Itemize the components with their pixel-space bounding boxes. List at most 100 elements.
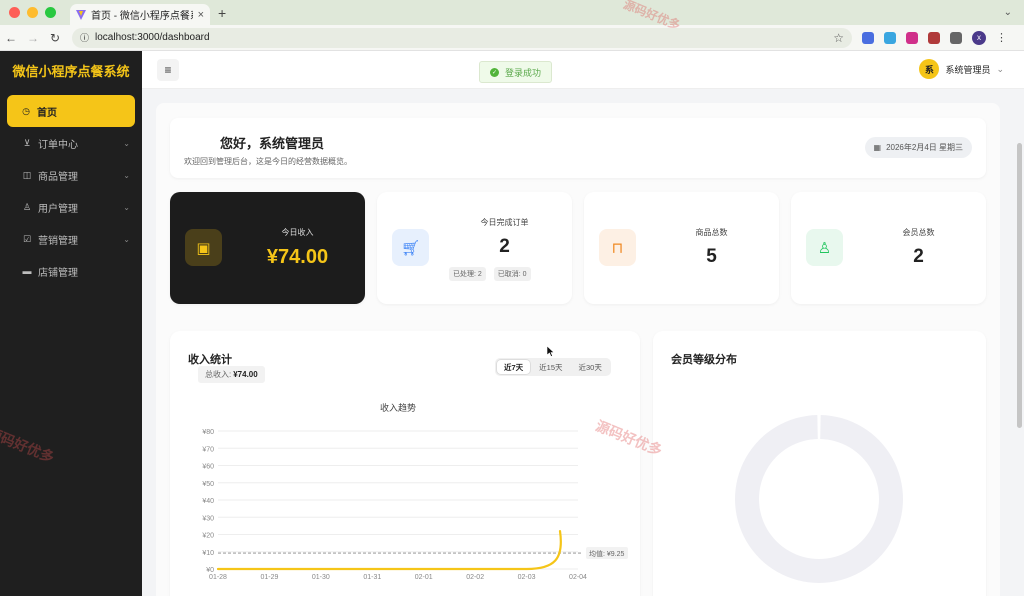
user-menu[interactable]: 系 系统管理员 ⌄ bbox=[919, 59, 1004, 79]
x-tick-label: 01-29 bbox=[260, 574, 278, 581]
window-controls bbox=[9, 7, 56, 18]
chart-title: 收入趋势 bbox=[380, 402, 416, 413]
site-info-icon[interactable]: ⓘ bbox=[80, 31, 89, 44]
y-tick-label: ¥60 bbox=[202, 464, 214, 471]
x-tick-label: 02-03 bbox=[518, 574, 536, 581]
order-sub-stats: 已处理: 2 已取消: 0 bbox=[449, 267, 531, 281]
sidebar-item-products[interactable]: ◫ 商品管理 ⌄ bbox=[0, 159, 142, 191]
topbar: ≡ ✓ 登录成功 系 系统管理员 ⌄ bbox=[142, 51, 1024, 89]
chevron-down-icon: ⌄ bbox=[996, 63, 1004, 74]
stat-card-income: ▣ 今日收入 ¥74.00 bbox=[170, 192, 365, 304]
sidebar-menu: ◷ 首页 ⊻ 订单中心 ⌄ ◫ 商品管理 ⌄ ♙ 用户管理 ⌄ ☑ 营销管理 ⌄… bbox=[0, 95, 142, 287]
total-income-badge: 总收入: ¥74.00 bbox=[198, 366, 265, 383]
brand-title: 微信小程序点餐系统 bbox=[12, 63, 130, 79]
processed-badge: 已处理: 2 bbox=[449, 267, 486, 281]
stat-card-orders: 🛒︎ 今日完成订单 2 已处理: 2 已取消: 0 bbox=[377, 192, 572, 304]
member-level-donut-chart bbox=[735, 415, 903, 583]
stat-value: 2 bbox=[913, 246, 924, 267]
maximize-window-button[interactable] bbox=[45, 7, 56, 18]
y-tick-label: ¥70 bbox=[202, 446, 214, 453]
welcome-title: 您好，系统管理员 bbox=[220, 136, 325, 151]
x-tick-label: 01-31 bbox=[363, 574, 381, 581]
x-tick-label: 01-30 bbox=[312, 574, 330, 581]
range-7-days-button[interactable]: 近7天 bbox=[497, 360, 531, 374]
menu-toggle-button[interactable]: ≡ bbox=[157, 58, 179, 81]
range-30-days-button[interactable]: 近30天 bbox=[572, 360, 609, 374]
range-selector: 近7天 近15天 近30天 bbox=[495, 358, 611, 376]
range-15-days-button[interactable]: 近15天 bbox=[532, 360, 569, 374]
stat-value: ¥74.00 bbox=[266, 246, 329, 268]
stat-value: 5 bbox=[706, 246, 717, 267]
stat-card-members: ♙ 会员总数 2 bbox=[791, 192, 986, 304]
cut-extension-icon[interactable] bbox=[884, 31, 896, 44]
total-value: ¥74.00 bbox=[233, 370, 258, 379]
welcome-card: 您好，系统管理员 欢迎回到管理后台，这是今日的经营数据概览。 ▦ 2026年2月… bbox=[170, 118, 986, 178]
back-arrow-icon[interactable]: ← bbox=[0, 31, 22, 45]
sidebar-item-orders[interactable]: ⊻ 订单中心 ⌄ bbox=[0, 127, 142, 159]
sidebar-item-label: 营销管理 bbox=[38, 235, 78, 247]
main-area: ≡ ✓ 登录成功 系 系统管理员 ⌄ 您好，系统管理员 欢迎回到管理后台，这是今… bbox=[142, 51, 1024, 596]
sidebar-item-label: 店铺管理 bbox=[38, 267, 78, 279]
tab-title: 首页 - 微信小程序点餐系统系统 bbox=[91, 11, 193, 22]
dashboard-content: 您好，系统管理员 欢迎回到管理后台，这是今日的经营数据概览。 ▦ 2026年2月… bbox=[156, 103, 1000, 596]
stat-label: 会员总数 bbox=[902, 228, 935, 237]
sidebar-item-marketing[interactable]: ☑ 营销管理 ⌄ bbox=[0, 223, 142, 255]
user-icon: ♙ bbox=[22, 201, 32, 212]
forward-arrow-icon[interactable]: → bbox=[22, 31, 44, 45]
tab-list-chevron-icon[interactable]: ⌄ bbox=[1004, 7, 1012, 18]
sidebar-item-label: 商品管理 bbox=[38, 171, 78, 183]
profile-avatar[interactable]: x bbox=[972, 30, 986, 45]
avatar[interactable]: 系 bbox=[919, 59, 940, 79]
bookmark-star-icon[interactable]: ☆ bbox=[833, 31, 844, 45]
y-tick-label: ¥20 bbox=[202, 533, 214, 540]
dashboard-icon: ◷ bbox=[22, 105, 30, 116]
browser-menu-icon[interactable]: ⋮ bbox=[996, 31, 1007, 44]
url-text[interactable]: localhost:3000/dashboard bbox=[95, 32, 827, 43]
cart-icon: ⊻ bbox=[23, 137, 31, 148]
user-name[interactable]: 系统管理员 bbox=[945, 63, 990, 76]
card-title: 会员等级分布 bbox=[671, 354, 737, 366]
sidebar-item-label: 首页 bbox=[37, 107, 57, 119]
income-trend-chart: 收入趋势 ¥0 ¥10 ¥20 ¥30 ¥40 ¥50 ¥60 ¥70 ¥80 01-28 01-29… bbox=[202, 402, 628, 581]
welcome-subtitle: 欢迎回到管理后台，这是今日的经营数据概览。 bbox=[184, 157, 352, 166]
reload-icon[interactable]: ↻ bbox=[44, 31, 66, 45]
cancelled-badge: 已取消: 0 bbox=[493, 267, 531, 281]
stat-label: 商品总数 bbox=[695, 228, 728, 237]
chevron-down-icon: ⌄ bbox=[123, 138, 130, 148]
income-chart-card: 收入统计 总收入: ¥74.00 近7天 近15天 近30天 收入趋势 ¥0 ¥10… bbox=[170, 331, 640, 596]
browser-tab[interactable]: 首页 - 微信小程序点餐系统系统 × bbox=[70, 4, 210, 25]
mean-label: 均值: ¥9.25 bbox=[589, 549, 625, 558]
hamburger-icon: ≡ bbox=[164, 62, 172, 77]
tab-close-icon[interactable]: × bbox=[198, 9, 204, 21]
stat-value: 2 bbox=[499, 236, 510, 257]
robot-extension-icon[interactable] bbox=[928, 31, 940, 44]
close-window-button[interactable] bbox=[9, 7, 20, 18]
y-tick-label: ¥0 bbox=[206, 567, 214, 574]
sidebar-item-home[interactable]: ◷ 首页 bbox=[7, 95, 135, 127]
watermark-text: 源码好优多 bbox=[0, 424, 57, 466]
chevron-down-icon: ⌄ bbox=[123, 234, 130, 244]
check-circle-icon: ✓ bbox=[490, 67, 499, 77]
page-scrollbar[interactable] bbox=[1017, 143, 1022, 428]
new-tab-button[interactable]: + bbox=[218, 5, 226, 21]
address-bar[interactable]: ⓘ localhost:3000/dashboard ☆ bbox=[72, 27, 852, 48]
scissors-extension-icon[interactable] bbox=[862, 31, 874, 44]
download-extension-icon[interactable] bbox=[906, 31, 918, 44]
sidebar-item-label: 用户管理 bbox=[38, 203, 78, 215]
y-tick-label: ¥30 bbox=[202, 515, 214, 522]
calendar-icon: ▦ bbox=[873, 143, 882, 152]
user-icon: ♙ bbox=[806, 229, 843, 266]
sidebar-item-users[interactable]: ♙ 用户管理 ⌄ bbox=[0, 191, 142, 223]
puzzle-extension-icon[interactable] bbox=[950, 31, 962, 44]
donut-slice bbox=[735, 415, 903, 583]
extensions-row: x ⋮ bbox=[862, 30, 1007, 45]
check-box-icon: ☑ bbox=[22, 233, 32, 244]
stat-label: 今日收入 bbox=[281, 228, 314, 237]
browser-titlebar: 首页 - 微信小程序点餐系统系统 × + ⌄ bbox=[0, 0, 1024, 25]
minimize-window-button[interactable] bbox=[27, 7, 38, 18]
chevron-down-icon: ⌄ bbox=[123, 170, 130, 180]
stat-card-products: ⊓ 商品总数 5 bbox=[584, 192, 779, 304]
sidebar-item-store[interactable]: ▬ 店铺管理 bbox=[0, 255, 142, 287]
cart-icon: 🛒︎ bbox=[392, 229, 429, 266]
card-title: 收入统计 bbox=[188, 354, 232, 366]
